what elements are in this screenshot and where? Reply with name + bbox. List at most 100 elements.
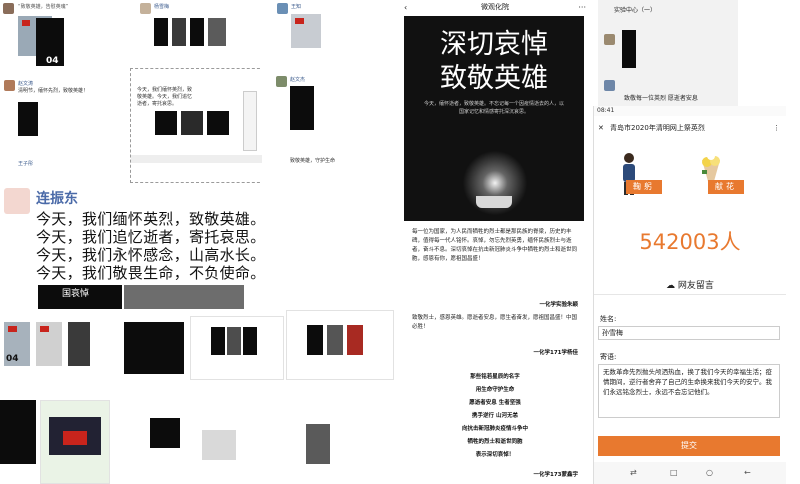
moment-post-i	[120, 316, 188, 386]
article-signature: 一化学171学杨佳	[533, 350, 578, 356]
mourning-banner	[124, 285, 244, 309]
post-photo	[155, 111, 177, 135]
avatar	[604, 34, 615, 45]
article-signature: 一化学173蒙鑫宇	[533, 472, 578, 478]
post-photo	[211, 327, 225, 355]
post-photo	[327, 325, 343, 355]
chat-message: 致敬每一位英烈 愿逝者安息	[624, 95, 698, 102]
article-signature: 一化学实验朱颖	[539, 302, 578, 308]
article-paragraph: 每一位为国家，为人民而牺牲的烈士都是那民族的脊梁，历史的丰碑，值得每一代人铭怀。…	[412, 229, 578, 262]
system-nav-bar: ⇄ □ ○ ←	[594, 462, 786, 484]
poster-title-line2: 致敬英雄	[440, 63, 548, 94]
post-photo	[227, 327, 241, 355]
side-toolbar[interactable]	[243, 91, 257, 151]
back-icon[interactable]: ‹	[404, 1, 407, 15]
moment-post-o	[298, 380, 394, 484]
post-photo	[0, 400, 36, 464]
avatar	[604, 80, 615, 91]
mourning-banner: 国哀悼	[38, 285, 122, 309]
back-icon[interactable]: ←	[744, 468, 751, 477]
poem-author: 连振东	[36, 191, 78, 207]
close-icon[interactable]: ✕	[598, 120, 604, 136]
article-poster: ‹ 微观化院 ··· 深切哀悼 致敬英雄 今天，缅怀逝者，致敬英雄。不忘记每一个…	[400, 0, 590, 484]
banner-text: 国哀悼	[62, 289, 90, 299]
post-text: 今天，我们缅怀英烈，致敬英雄。今天，我们追忆逝者，寄托哀思。	[137, 87, 193, 107]
flag-icon	[295, 18, 304, 24]
article-verse: 牺牲的烈士和逝世同胞	[467, 439, 523, 445]
recent-apps-icon[interactable]: □	[670, 468, 678, 477]
poster-name: 杨雪梅	[154, 4, 170, 10]
status-time: 08:41	[597, 107, 615, 114]
article-paragraph: 致敬烈士，感恩英雄。愿逝者安息，愿生者奋发，愿祖国昌盛！中国必胜！	[412, 315, 578, 330]
participant-count: 542003人	[639, 230, 741, 254]
moment-post-m	[110, 380, 198, 484]
bow-button[interactable]: 鞠躬	[626, 180, 662, 194]
submit-button[interactable]: 提交	[598, 436, 780, 456]
chat-bubble-icon: ☁	[666, 281, 676, 291]
poster-subtitle: 今天，缅怀逝者，致敬英雄。不忘记每一个因疫情逝去的人，以国家记忆和情感寄托深沉哀…	[423, 101, 564, 115]
author-avatar	[4, 188, 30, 214]
divider	[594, 294, 786, 295]
name-input[interactable]: 孙雪梅	[598, 326, 780, 340]
moment-post-j	[190, 316, 284, 380]
article-verse: 向抗击新冠肺炎疫情斗争中	[461, 426, 528, 432]
group-chat-screenshot: 实验中心（一） 致敬每一位英烈 愿逝者安息	[598, 0, 738, 110]
messages-link-label: 网友留言	[677, 281, 714, 291]
home-icon[interactable]: ○	[706, 468, 713, 477]
app-title: 青岛市2020年清明网上祭英烈	[610, 124, 705, 132]
avatar	[277, 3, 288, 14]
status-bar: 08:41	[594, 106, 786, 116]
moment-post-h: 04	[0, 310, 120, 378]
post-photo	[172, 18, 186, 46]
flag-icon	[40, 326, 49, 332]
reply-bar[interactable]	[131, 155, 264, 163]
post-photo	[347, 325, 363, 355]
article-source: 微观化院	[481, 3, 509, 11]
post-photo	[208, 18, 226, 46]
avatar	[276, 76, 287, 87]
article-verse: 携手逆行 山河无恙	[472, 413, 518, 419]
post-photo	[243, 327, 257, 355]
poster-name: 赵文涛	[18, 81, 34, 87]
more-icon[interactable]: ···	[578, 1, 586, 15]
poster-number: 04	[6, 354, 19, 364]
post-photo	[190, 18, 204, 46]
post-photo	[207, 111, 229, 135]
post-photo	[150, 418, 180, 448]
moment-post-k	[286, 310, 394, 380]
moment-post-n	[198, 380, 298, 484]
mourning-poster-image: 深切哀悼 致敬英雄 今天，缅怀逝者，致敬英雄。不忘记每一个因疫情逝去的人，以国家…	[404, 16, 584, 221]
messages-link[interactable]: ☁ 网友留言	[594, 278, 786, 291]
chat-image	[63, 431, 87, 445]
memorial-app-screen: 08:41 ✕ 青岛市2020年清明网上祭英烈 ⋮ 鞠躬 献花 542003人 …	[593, 106, 786, 484]
poster-name: 王知	[291, 4, 302, 10]
name-label: 姓名:	[600, 315, 617, 323]
post-photo	[181, 111, 203, 135]
moment-post-e: 今天，我们缅怀英烈，致敬英雄。今天，我们追忆逝者，寄托哀思。	[130, 68, 265, 183]
article-verse: 用生命守护生命	[475, 387, 515, 393]
moment-post-d: 赵文涛 清明节，缅怀先烈，致敬英雄！ 王子彤	[0, 72, 130, 182]
candle-base	[476, 196, 512, 208]
article-verse: 那些铭若星辰的名字	[470, 374, 520, 380]
post-caption: “致敬英雄，告慰英魂”	[18, 4, 69, 10]
app-title-bar: ✕ 青岛市2020年清明网上祭英烈 ⋮	[594, 120, 786, 136]
avatar	[4, 80, 15, 91]
chat-title: 实验中心（一）	[614, 7, 657, 14]
post-photo	[154, 18, 168, 46]
post-photo	[124, 322, 184, 374]
avatar	[3, 3, 14, 14]
message-textarea[interactable]: 无数革命先烈抛头颅洒热血，换了我们今天的幸福生活；疫情期间，逆行者舍弃了自己的生…	[598, 364, 780, 418]
poster-number: 04	[46, 56, 59, 66]
switch-icon[interactable]: ⇄	[630, 468, 637, 477]
offer-flower-button[interactable]: 献花	[708, 180, 744, 194]
post-photo	[202, 430, 236, 460]
poster-name: 王子彤	[18, 161, 34, 167]
post-photo	[68, 322, 90, 366]
article-verse: 愿逝者安息 生者坚强	[469, 400, 521, 406]
flag-icon	[8, 326, 17, 332]
message-label: 寄语:	[600, 353, 617, 361]
more-icon[interactable]: ⋮	[773, 120, 780, 136]
flag-icon	[22, 20, 30, 26]
avatar	[140, 3, 151, 14]
moment-post-f: 赵文杰 致敬英雄，守护生命	[262, 68, 397, 183]
